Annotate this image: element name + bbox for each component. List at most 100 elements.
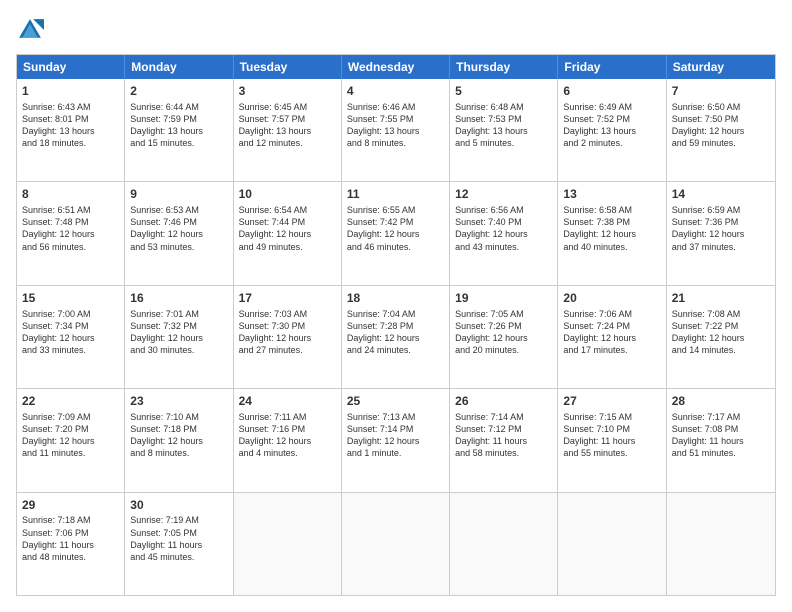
cell-line: Daylight: 12 hours: [239, 435, 336, 447]
cell-line: Sunset: 7:16 PM: [239, 423, 336, 435]
day-number: 22: [22, 393, 119, 410]
day-number: 25: [347, 393, 444, 410]
cell-line: Sunrise: 6:55 AM: [347, 204, 444, 216]
cell-line: Sunset: 7:08 PM: [672, 423, 770, 435]
calendar-cell-22: 22Sunrise: 7:09 AMSunset: 7:20 PMDayligh…: [17, 389, 125, 491]
calendar-cell-3: 3Sunrise: 6:45 AMSunset: 7:57 PMDaylight…: [234, 79, 342, 181]
header-day-sunday: Sunday: [17, 55, 125, 79]
day-number: 26: [455, 393, 552, 410]
cell-line: Sunset: 7:36 PM: [672, 216, 770, 228]
cell-line: Daylight: 12 hours: [130, 228, 227, 240]
cell-line: and 2 minutes.: [563, 137, 660, 149]
cell-line: Sunset: 7:30 PM: [239, 320, 336, 332]
logo: [16, 16, 48, 44]
cell-line: Sunrise: 7:03 AM: [239, 308, 336, 320]
calendar-cell-13: 13Sunrise: 6:58 AMSunset: 7:38 PMDayligh…: [558, 182, 666, 284]
cell-line: Sunset: 7:20 PM: [22, 423, 119, 435]
cell-line: Sunrise: 6:46 AM: [347, 101, 444, 113]
cell-line: Sunset: 8:01 PM: [22, 113, 119, 125]
cell-line: and 11 minutes.: [22, 447, 119, 459]
cell-line: and 48 minutes.: [22, 551, 119, 563]
cell-line: Daylight: 13 hours: [130, 125, 227, 137]
cell-line: Sunrise: 6:56 AM: [455, 204, 552, 216]
day-number: 27: [563, 393, 660, 410]
cell-line: and 12 minutes.: [239, 137, 336, 149]
calendar-row-3: 22Sunrise: 7:09 AMSunset: 7:20 PMDayligh…: [17, 388, 775, 491]
cell-line: and 14 minutes.: [672, 344, 770, 356]
cell-line: and 18 minutes.: [22, 137, 119, 149]
cell-line: Daylight: 12 hours: [455, 332, 552, 344]
cell-line: Sunset: 7:44 PM: [239, 216, 336, 228]
cell-line: and 37 minutes.: [672, 241, 770, 253]
day-number: 13: [563, 186, 660, 203]
cell-line: Sunrise: 6:51 AM: [22, 204, 119, 216]
cell-line: Daylight: 12 hours: [130, 435, 227, 447]
cell-line: Sunset: 7:50 PM: [672, 113, 770, 125]
calendar-cell-27: 27Sunrise: 7:15 AMSunset: 7:10 PMDayligh…: [558, 389, 666, 491]
calendar-cell-17: 17Sunrise: 7:03 AMSunset: 7:30 PMDayligh…: [234, 286, 342, 388]
day-number: 1: [22, 83, 119, 100]
cell-line: Sunrise: 6:54 AM: [239, 204, 336, 216]
calendar-cell-26: 26Sunrise: 7:14 AMSunset: 7:12 PMDayligh…: [450, 389, 558, 491]
cell-line: Sunset: 7:10 PM: [563, 423, 660, 435]
cell-line: and 30 minutes.: [130, 344, 227, 356]
calendar-row-2: 15Sunrise: 7:00 AMSunset: 7:34 PMDayligh…: [17, 285, 775, 388]
day-number: 6: [563, 83, 660, 100]
cell-line: Daylight: 11 hours: [455, 435, 552, 447]
cell-line: Sunrise: 7:17 AM: [672, 411, 770, 423]
calendar-cell-empty: [558, 493, 666, 595]
cell-line: Sunrise: 6:50 AM: [672, 101, 770, 113]
day-number: 2: [130, 83, 227, 100]
calendar-cell-16: 16Sunrise: 7:01 AMSunset: 7:32 PMDayligh…: [125, 286, 233, 388]
cell-line: and 17 minutes.: [563, 344, 660, 356]
cell-line: Sunset: 7:32 PM: [130, 320, 227, 332]
day-number: 7: [672, 83, 770, 100]
cell-line: Daylight: 12 hours: [347, 332, 444, 344]
calendar-cell-7: 7Sunrise: 6:50 AMSunset: 7:50 PMDaylight…: [667, 79, 775, 181]
header: [16, 16, 776, 44]
cell-line: Daylight: 12 hours: [672, 332, 770, 344]
cell-line: and 20 minutes.: [455, 344, 552, 356]
header-day-friday: Friday: [558, 55, 666, 79]
cell-line: Sunset: 7:28 PM: [347, 320, 444, 332]
cell-line: Daylight: 11 hours: [672, 435, 770, 447]
cell-line: Daylight: 12 hours: [22, 435, 119, 447]
calendar-cell-20: 20Sunrise: 7:06 AMSunset: 7:24 PMDayligh…: [558, 286, 666, 388]
calendar-cell-19: 19Sunrise: 7:05 AMSunset: 7:26 PMDayligh…: [450, 286, 558, 388]
calendar-cell-empty: [342, 493, 450, 595]
cell-line: and 55 minutes.: [563, 447, 660, 459]
day-number: 12: [455, 186, 552, 203]
cell-line: Sunrise: 7:14 AM: [455, 411, 552, 423]
calendar-cell-30: 30Sunrise: 7:19 AMSunset: 7:05 PMDayligh…: [125, 493, 233, 595]
cell-line: Sunset: 7:55 PM: [347, 113, 444, 125]
day-number: 23: [130, 393, 227, 410]
cell-line: Sunset: 7:46 PM: [130, 216, 227, 228]
cell-line: Daylight: 11 hours: [563, 435, 660, 447]
cell-line: Sunrise: 6:53 AM: [130, 204, 227, 216]
cell-line: Sunrise: 7:04 AM: [347, 308, 444, 320]
header-day-wednesday: Wednesday: [342, 55, 450, 79]
day-number: 20: [563, 290, 660, 307]
cell-line: Sunrise: 7:13 AM: [347, 411, 444, 423]
calendar-cell-25: 25Sunrise: 7:13 AMSunset: 7:14 PMDayligh…: [342, 389, 450, 491]
calendar-cell-29: 29Sunrise: 7:18 AMSunset: 7:06 PMDayligh…: [17, 493, 125, 595]
day-number: 4: [347, 83, 444, 100]
cell-line: Daylight: 11 hours: [22, 539, 119, 551]
cell-line: and 24 minutes.: [347, 344, 444, 356]
cell-line: and 51 minutes.: [672, 447, 770, 459]
cell-line: and 15 minutes.: [130, 137, 227, 149]
cell-line: Daylight: 13 hours: [239, 125, 336, 137]
cell-line: and 8 minutes.: [347, 137, 444, 149]
cell-line: Daylight: 13 hours: [22, 125, 119, 137]
calendar-cell-empty: [450, 493, 558, 595]
cell-line: Sunrise: 7:10 AM: [130, 411, 227, 423]
calendar-cell-11: 11Sunrise: 6:55 AMSunset: 7:42 PMDayligh…: [342, 182, 450, 284]
cell-line: Sunset: 7:40 PM: [455, 216, 552, 228]
cell-line: Sunset: 7:57 PM: [239, 113, 336, 125]
cell-line: and 43 minutes.: [455, 241, 552, 253]
cell-line: Sunrise: 6:44 AM: [130, 101, 227, 113]
cell-line: Sunrise: 7:15 AM: [563, 411, 660, 423]
day-number: 16: [130, 290, 227, 307]
cell-line: Sunrise: 7:08 AM: [672, 308, 770, 320]
cell-line: Sunset: 7:38 PM: [563, 216, 660, 228]
